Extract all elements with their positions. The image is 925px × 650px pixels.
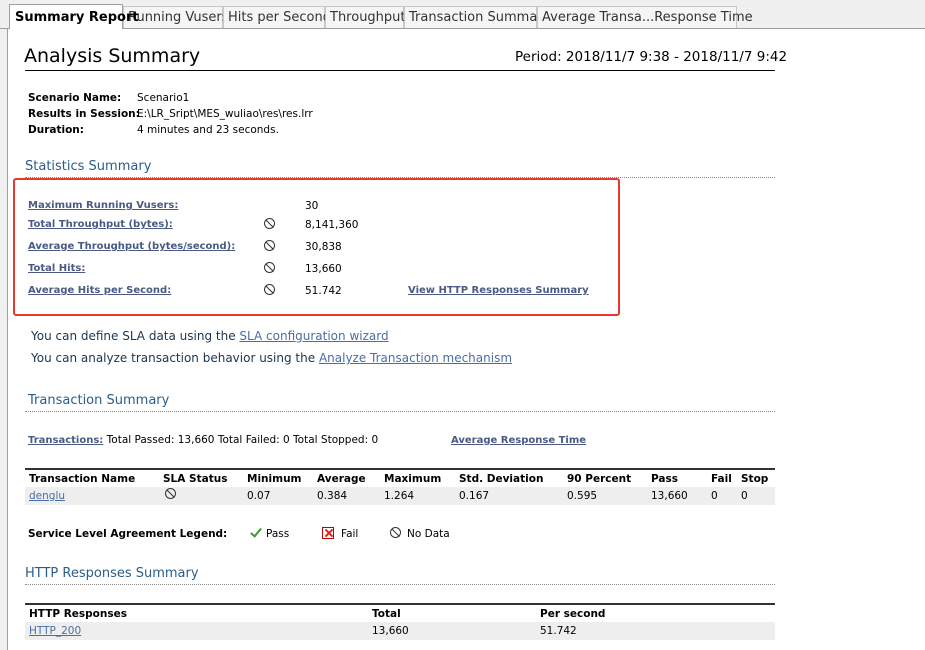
total-hits-value: 13,660 [305, 263, 342, 275]
http-divider [25, 584, 775, 585]
cell-minimum: 0.07 [247, 490, 271, 502]
legend-fail: Fail [341, 528, 359, 540]
col-transaction-name: Transaction Name [29, 473, 136, 485]
col-std-deviation: Std. Deviation [459, 473, 544, 485]
tab-transaction-summary[interactable]: Transaction Summary [404, 6, 550, 28]
col-per-second: Per second [540, 608, 606, 620]
cell-pass: 13,660 [651, 490, 688, 502]
transactions-totals-line: Transactions: Total Passed: 13,660 Total… [28, 434, 378, 446]
no-data-icon [264, 240, 275, 251]
avg-throughput-link[interactable]: Average Throughput (bytes/second): [28, 241, 235, 252]
no-data-icon [165, 488, 176, 499]
total-throughput-value: 8,141,360 [305, 219, 359, 231]
average-response-time-link[interactable]: Average Response Time [451, 435, 586, 446]
tab-throughput[interactable]: Throughput [325, 6, 406, 28]
view-http-responses-link[interactable]: View HTTP Responses Summary [408, 285, 589, 296]
legend-pass: Pass [266, 528, 290, 540]
cell-stop: 0 [741, 490, 748, 502]
duration-label: Duration: [28, 124, 84, 136]
statistics-summary-heading: Statistics Summary [25, 159, 152, 174]
analyze-transaction-link[interactable]: Analyze Transaction mechanism [319, 351, 512, 365]
col-90-percent: 90 Percent [567, 473, 632, 485]
no-data-icon [390, 527, 401, 538]
check-icon [250, 525, 262, 538]
results-session-value: E:\LR_Sript\MES_wuliao\res\res.lrr [137, 108, 313, 120]
analyze-transaction-text: You can analyze transaction behavior usi… [31, 351, 319, 365]
duration-value: 4 minutes and 23 seconds. [137, 124, 279, 136]
scenario-name-label: Scenario Name: [28, 92, 122, 104]
page-title: Analysis Summary [24, 45, 201, 67]
col-sla-status: SLA Status [163, 473, 228, 485]
tab-average-transaction-response-time[interactable]: Average Transa...Response Time [537, 6, 753, 28]
no-data-icon [264, 284, 275, 295]
report-page[interactable]: Analysis Summary Period: 2018/11/7 9:38 … [7, 29, 925, 650]
cell-std-deviation: 0.167 [459, 490, 490, 502]
http-200-per-second: 51.742 [540, 625, 577, 637]
col-minimum: Minimum [247, 473, 302, 485]
transaction-summary-heading: Transaction Summary [28, 393, 170, 408]
col-maximum: Maximum [384, 473, 442, 485]
legend-no-data: No Data [407, 528, 450, 540]
period-text: Period: 2018/11/7 9:38 - 2018/11/7 9:42 [515, 49, 788, 65]
sla-define-text: You can define SLA data using the [31, 329, 240, 343]
avg-hits-per-second-value: 51.742 [305, 285, 342, 297]
total-throughput-link[interactable]: Total Throughput (bytes): [28, 219, 173, 230]
sla-configuration-wizard-link[interactable]: SLA configuration wizard [239, 329, 388, 343]
results-session-label: Results in Session: [28, 108, 140, 120]
http-table-top-rule [25, 603, 775, 605]
cell-average: 0.384 [317, 490, 348, 502]
tab-hits-per-second[interactable]: Hits per Second [223, 6, 331, 28]
transaction-divider [25, 411, 775, 412]
sla-define-message: You can define SLA data using the SLA co… [31, 329, 389, 343]
col-pass: Pass [651, 473, 678, 485]
no-data-icon [264, 218, 275, 229]
transactions-totals: Total Passed: 13,660 Total Failed: 0 Tot… [106, 434, 379, 446]
max-running-vusers-value: 30 [305, 200, 319, 212]
avg-hits-per-second-link[interactable]: Average Hits per Second: [28, 285, 171, 296]
cell-maximum: 1.264 [384, 490, 415, 502]
title-rule [25, 70, 775, 71]
total-hits-link[interactable]: Total Hits: [28, 263, 85, 274]
tab-bar: Summary Report Running Vusers Hits per S… [0, 0, 925, 29]
col-fail: Fail [711, 473, 732, 485]
analyze-transaction-message: You can analyze transaction behavior usi… [31, 351, 512, 365]
col-stop: Stop [741, 473, 769, 485]
cell-90-percent: 0.595 [567, 490, 598, 502]
scenario-name-value: Scenario1 [137, 92, 190, 104]
avg-throughput-value: 30,838 [305, 241, 342, 253]
col-average: Average [317, 473, 366, 485]
cell-fail: 0 [711, 490, 718, 502]
http-responses-summary-heading: HTTP Responses Summary [25, 566, 199, 581]
col-total: Total [372, 608, 401, 620]
fail-icon [322, 527, 334, 539]
transaction-table-top-rule [25, 468, 775, 470]
transactions-link[interactable]: Transactions: [28, 435, 103, 446]
transaction-denglu-link[interactable]: denglu [29, 490, 65, 502]
http-200-total: 13,660 [372, 625, 409, 637]
col-http-responses: HTTP Responses [29, 608, 127, 620]
no-data-icon [264, 262, 275, 273]
max-running-vusers-link[interactable]: Maximum Running Vusers: [28, 200, 178, 211]
tab-summary-report[interactable]: Summary Report [9, 4, 139, 29]
sla-legend-label: Service Level Agreement Legend: [28, 528, 228, 540]
http-200-link[interactable]: HTTP_200 [29, 625, 81, 637]
